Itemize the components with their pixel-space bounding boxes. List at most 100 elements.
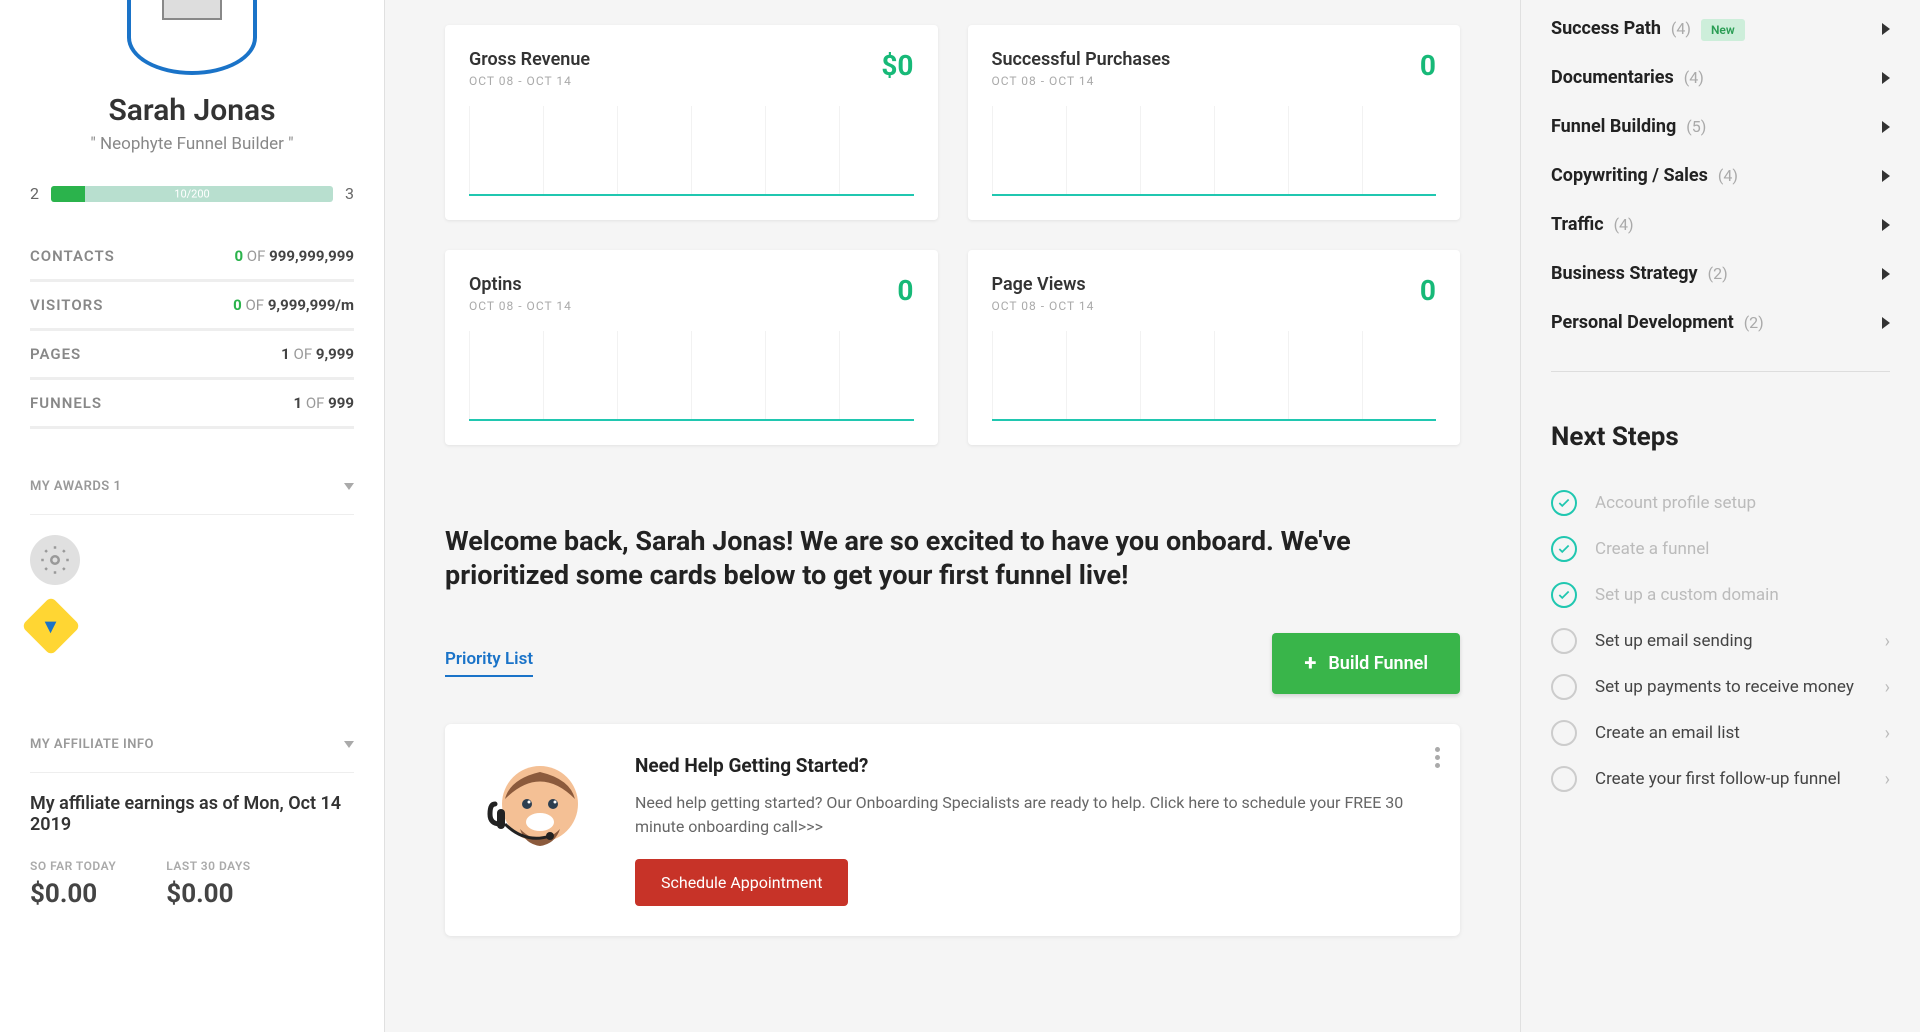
category-count: (5) — [1682, 117, 1706, 136]
chevron-right-icon: › — [1885, 677, 1890, 698]
level-to: 3 — [345, 184, 354, 203]
category-count: (2) — [1740, 313, 1764, 332]
help-card-body: Need help getting started? Our Onboardin… — [635, 791, 1430, 839]
chevron-down-icon — [344, 483, 354, 490]
chevron-right-icon — [1882, 268, 1890, 280]
step-label: Create your first follow-up funnel — [1595, 769, 1867, 789]
next-step-item[interactable]: Set up payments to receive money › — [1551, 664, 1890, 710]
step-label: Set up a custom domain — [1595, 585, 1890, 605]
metric-grid: Gross Revenue OCT 08 - OCT 14 $0 Success… — [445, 25, 1460, 445]
metric-revenue[interactable]: Gross Revenue OCT 08 - OCT 14 $0 — [445, 25, 938, 220]
category-row[interactable]: Success Path (4) New — [1551, 4, 1890, 53]
chevron-right-icon — [1882, 170, 1890, 182]
affiliate-last30: LAST 30 DAYS $0.00 — [166, 859, 250, 909]
awards-section-toggle[interactable]: MY AWARDS 1 — [30, 459, 354, 515]
category-row[interactable]: Business Strategy (2) — [1551, 249, 1890, 298]
step-label: Create a funnel — [1595, 539, 1890, 559]
affiliate-box: My affiliate earnings as of Mon, Oct 14 … — [30, 773, 354, 929]
next-steps-list: Account profile setup Create a funnel Set … — [1551, 480, 1890, 802]
category-label: Funnel Building — [1551, 116, 1676, 137]
next-steps-title: Next Steps — [1551, 422, 1890, 452]
category-label: Personal Development — [1551, 312, 1734, 333]
new-badge: New — [1701, 19, 1745, 41]
category-row[interactable]: Copywriting / Sales (4) — [1551, 151, 1890, 200]
step-label: Account profile setup — [1595, 493, 1890, 513]
chevron-right-icon — [1882, 121, 1890, 133]
stat-visitors: VISITORS 0 OF 9,999,999/m — [30, 282, 354, 331]
affiliate-today: SO FAR TODAY $0.00 — [30, 859, 116, 909]
category-label: Success Path — [1551, 18, 1661, 39]
stat-funnels: FUNNELS 1 OF 999 — [30, 380, 354, 429]
next-step-item[interactable]: Create an email list › — [1551, 710, 1890, 756]
metric-chart — [992, 331, 1437, 421]
category-row[interactable]: Traffic (4) — [1551, 200, 1890, 249]
empty-circle-icon — [1551, 674, 1577, 700]
category-label: Copywriting / Sales — [1551, 165, 1708, 186]
empty-circle-icon — [1551, 720, 1577, 746]
chevron-right-icon — [1882, 219, 1890, 231]
user-name: Sarah Jonas — [30, 93, 354, 128]
metric-pageviews[interactable]: Page Views OCT 08 - OCT 14 0 — [968, 250, 1461, 445]
metric-chart — [992, 106, 1437, 196]
next-step-item[interactable]: Account profile setup — [1551, 480, 1890, 526]
category-label: Traffic — [1551, 214, 1604, 235]
category-label: Documentaries — [1551, 67, 1674, 88]
affiliate-heading: My affiliate earnings as of Mon, Oct 14 … — [30, 793, 354, 835]
empty-circle-icon — [1551, 766, 1577, 792]
level-progress: 2 10/200 3 — [30, 184, 354, 203]
step-label: Create an email list — [1595, 723, 1867, 743]
award-funnel-icon[interactable]: ▼ — [21, 596, 80, 655]
check-circle-icon — [1551, 582, 1577, 608]
help-card-title: Need Help Getting Started? — [635, 754, 1430, 777]
chevron-down-icon — [344, 741, 354, 748]
awards-icons: ▼ — [30, 515, 354, 687]
stat-pages: PAGES 1 OF 9,999 — [30, 331, 354, 380]
step-label: Set up payments to receive money — [1595, 677, 1867, 697]
help-card: Need Help Getting Started? Need help get… — [445, 724, 1460, 936]
next-step-item[interactable]: Create your first follow-up funnel › — [1551, 756, 1890, 802]
welcome-message: Welcome back, Sarah Jonas! We are so exc… — [445, 525, 1460, 593]
next-step-item[interactable]: Set up email sending › — [1551, 618, 1890, 664]
category-list: Success Path (4)NewDocumentaries (4)Funn… — [1551, 4, 1890, 347]
avatar — [127, 0, 257, 75]
priority-list-tab[interactable]: Priority List — [445, 649, 533, 677]
step-label: Set up email sending — [1595, 631, 1867, 651]
empty-circle-icon — [1551, 628, 1577, 654]
category-row[interactable]: Documentaries (4) — [1551, 53, 1890, 102]
category-label: Business Strategy — [1551, 263, 1698, 284]
chevron-right-icon — [1882, 72, 1890, 84]
category-count: (2) — [1704, 264, 1728, 283]
progress-bar: 10/200 — [51, 186, 333, 202]
category-row[interactable]: Funnel Building (5) — [1551, 102, 1890, 151]
check-circle-icon — [1551, 536, 1577, 562]
stat-contacts: CONTACTS 0 OF 999,999,999 — [30, 233, 354, 282]
metric-optins[interactable]: Optins OCT 08 - OCT 14 0 — [445, 250, 938, 445]
build-funnel-button[interactable]: + Build Funnel — [1272, 633, 1460, 694]
onboarding-avatar-icon — [475, 754, 605, 884]
chevron-right-icon: › — [1885, 769, 1890, 790]
card-menu-icon[interactable] — [1435, 744, 1440, 771]
category-row[interactable]: Personal Development (2) — [1551, 298, 1890, 347]
progress-label: 10/200 — [174, 187, 209, 200]
chevron-right-icon: › — [1885, 723, 1890, 744]
next-step-item[interactable]: Set up a custom domain — [1551, 572, 1890, 618]
category-count: (4) — [1610, 215, 1634, 234]
stat-list: CONTACTS 0 OF 999,999,999 VISITORS 0 OF … — [30, 233, 354, 429]
schedule-appointment-button[interactable]: Schedule Appointment — [635, 859, 848, 906]
category-count: (4) — [1667, 19, 1691, 38]
metric-chart — [469, 106, 914, 196]
check-circle-icon — [1551, 490, 1577, 516]
category-count: (4) — [1680, 68, 1704, 87]
plus-icon: + — [1304, 651, 1316, 676]
category-count: (4) — [1714, 166, 1738, 185]
metric-chart — [469, 331, 914, 421]
affiliate-section-toggle[interactable]: MY AFFILIATE INFO — [30, 717, 354, 773]
chevron-right-icon — [1882, 317, 1890, 329]
next-step-item[interactable]: Create a funnel — [1551, 526, 1890, 572]
award-gear-icon[interactable] — [30, 535, 80, 585]
level-from: 2 — [30, 184, 39, 203]
chevron-right-icon: › — [1885, 631, 1890, 652]
main-content: Gross Revenue OCT 08 - OCT 14 $0 Success… — [385, 0, 1520, 1032]
right-panel: Success Path (4)NewDocumentaries (4)Funn… — [1520, 0, 1920, 1032]
metric-purchases[interactable]: Successful Purchases OCT 08 - OCT 14 0 — [968, 25, 1461, 220]
